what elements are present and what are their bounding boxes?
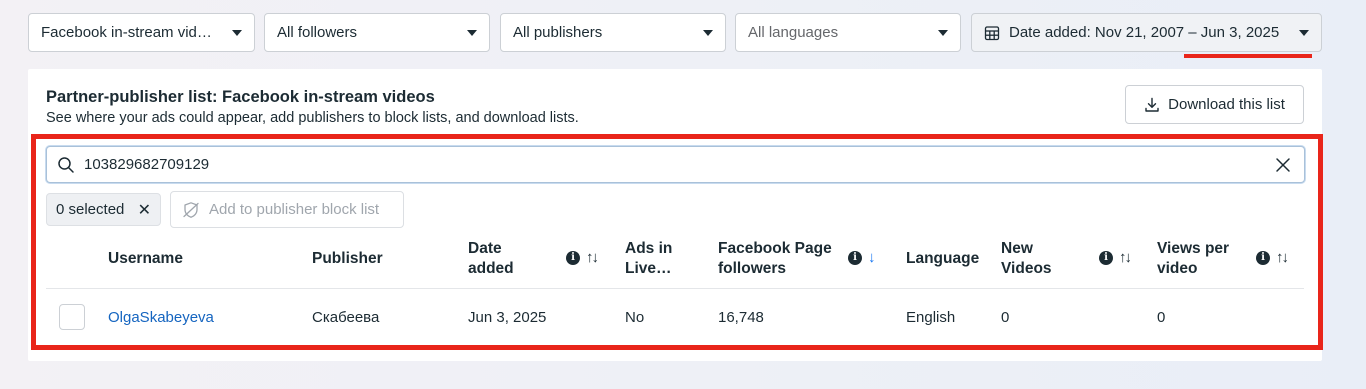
add-to-block-list-label: Add to publisher block list	[209, 201, 380, 218]
column-header-date-added-line2: added	[468, 260, 514, 277]
column-header-new-videos-line2: Videos	[1001, 260, 1052, 277]
publishers-dropdown-label: All publishers	[513, 24, 603, 41]
date-range-dropdown[interactable]: Date added: Nov 21, 2007 – Jun 3, 2025	[971, 13, 1322, 52]
download-list-button[interactable]: Download this list	[1125, 85, 1304, 124]
block-shield-icon	[183, 201, 199, 218]
card-title: Partner-publisher list: Facebook in-stre…	[46, 88, 435, 106]
sort-descending-icon[interactable]: ↓	[868, 249, 876, 266]
info-icon[interactable]: i	[1099, 250, 1113, 265]
column-header-date-added-line1: Date	[468, 240, 502, 257]
date-added-header-icons: i ↑↓	[566, 249, 599, 266]
row-checkbox[interactable]	[59, 304, 85, 330]
followers-dropdown[interactable]: All followers	[264, 13, 490, 52]
column-header-language[interactable]: Language	[906, 249, 979, 269]
publisher-cell: Скабеева	[312, 309, 380, 326]
chevron-down-icon	[232, 29, 242, 36]
chevron-down-icon	[1299, 29, 1309, 36]
close-icon[interactable]	[1275, 157, 1291, 173]
placement-dropdown-label: Facebook in-stream vid…	[41, 24, 212, 41]
column-header-views-line1: Views per	[1157, 240, 1230, 257]
column-header-new-videos-line1: New	[1001, 240, 1033, 257]
views-per-video-cell: 0	[1157, 309, 1166, 326]
followers-cell: 16,748	[718, 309, 764, 326]
column-header-followers-line2: followers	[718, 260, 787, 277]
column-header-date-added[interactable]: Date added	[468, 239, 514, 279]
column-header-new-videos[interactable]: New Videos	[1001, 239, 1052, 279]
highlight-underline	[1184, 54, 1312, 58]
info-icon[interactable]: i	[848, 250, 862, 265]
date-added-cell: Jun 3, 2025	[468, 309, 547, 326]
add-to-block-list-button[interactable]: Add to publisher block list	[170, 191, 404, 228]
selected-count-label: 0 selected	[56, 201, 125, 218]
download-list-label: Download this list	[1168, 96, 1285, 113]
chevron-down-icon	[938, 29, 948, 36]
languages-dropdown-label: All languages	[748, 24, 839, 41]
download-icon	[1145, 97, 1159, 112]
card-subtitle: See where your ads could appear, add pub…	[46, 110, 579, 126]
followers-header-icons: i ↓	[848, 249, 876, 266]
username-link[interactable]: OlgaSkabeyeva	[108, 309, 214, 326]
column-header-views-line2: video	[1157, 260, 1198, 277]
selected-count-chip: 0 selected ✕	[46, 193, 161, 226]
placement-dropdown[interactable]: Facebook in-stream vid…	[28, 13, 255, 52]
ads-in-live-cell: No	[625, 309, 645, 326]
column-header-username[interactable]: Username	[108, 249, 183, 269]
date-range-label: Date added: Nov 21, 2007 – Jun 3, 2025	[1009, 24, 1280, 41]
column-header-facebook-page-followers[interactable]: Facebook Page followers	[718, 239, 832, 279]
sort-icon[interactable]: ↑↓	[586, 249, 599, 266]
views-header-icons: i ↑↓	[1256, 249, 1289, 266]
publishers-dropdown[interactable]: All publishers	[500, 13, 726, 52]
info-icon[interactable]: i	[566, 250, 580, 265]
chevron-down-icon	[467, 29, 477, 36]
search-input[interactable]	[84, 156, 1267, 173]
chevron-down-icon	[703, 29, 713, 36]
column-header-followers-line1: Facebook Page	[718, 240, 832, 257]
column-header-publisher[interactable]: Publisher	[312, 249, 383, 269]
column-header-ads-in-live[interactable]: Ads in Live…	[625, 239, 672, 279]
language-cell: English	[906, 309, 956, 326]
clear-selection-icon[interactable]: ✕	[138, 200, 151, 220]
calendar-icon	[984, 25, 1000, 40]
column-header-ads-in-live-line2: Live…	[625, 260, 672, 277]
languages-dropdown[interactable]: All languages	[735, 13, 961, 52]
header-divider	[46, 288, 1304, 289]
new-videos-header-icons: i ↑↓	[1099, 249, 1132, 266]
sort-icon[interactable]: ↑↓	[1276, 249, 1289, 266]
followers-dropdown-label: All followers	[277, 24, 358, 41]
column-header-ads-in-live-line1: Ads in	[625, 240, 673, 257]
search-icon	[58, 156, 74, 173]
info-icon[interactable]: i	[1256, 250, 1270, 265]
sort-icon[interactable]: ↑↓	[1119, 249, 1132, 266]
search-field[interactable]	[46, 146, 1305, 183]
new-videos-cell: 0	[1001, 309, 1010, 326]
column-header-views-per-video[interactable]: Views per video	[1157, 239, 1229, 279]
